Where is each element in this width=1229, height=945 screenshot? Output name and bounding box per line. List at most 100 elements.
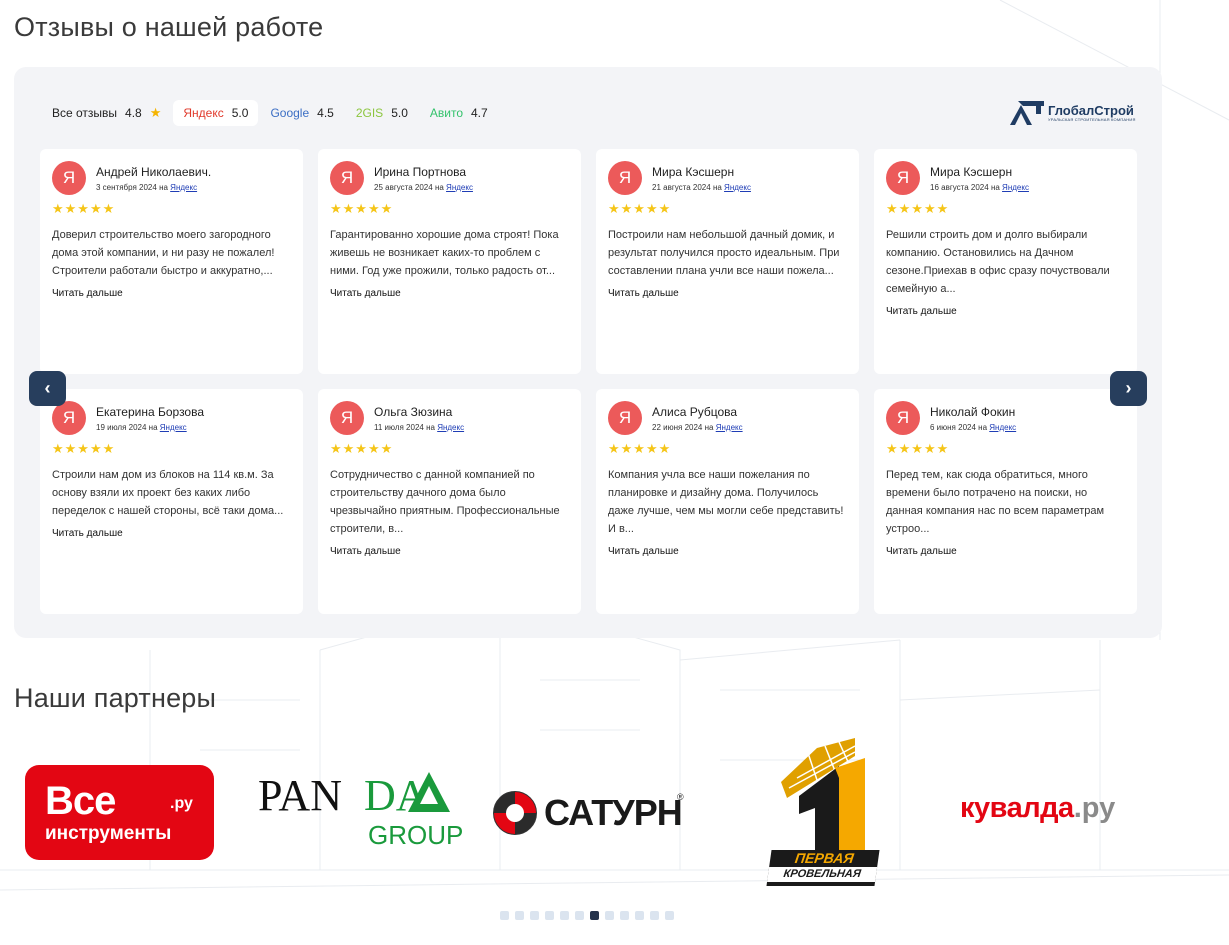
review-meta: 16 августа 2024 на Яндекс bbox=[930, 183, 1029, 192]
pagination-dot[interactable] bbox=[500, 911, 509, 920]
read-more-link[interactable]: Читать дальше bbox=[886, 546, 1125, 557]
reviews-title: Отзывы о нашей работе bbox=[14, 12, 324, 42]
review-meta: 25 августа 2024 на Яндекс bbox=[374, 183, 473, 192]
review-card: Я Андрей Николаевич. 3 сентября 2024 на Ян… bbox=[40, 149, 303, 374]
yandex-avatar-icon: Я bbox=[52, 401, 86, 435]
review-meta: 3 сентября 2024 на Яндекс bbox=[96, 183, 211, 192]
review-stars: ★★★★★ bbox=[886, 201, 950, 216]
review-source-link[interactable]: Яндекс bbox=[170, 183, 197, 192]
review-source-link[interactable]: Яндекс bbox=[437, 423, 464, 432]
pagination-dot[interactable] bbox=[665, 911, 674, 920]
company-logo: ГлобалСтрой УРАЛЬСКАЯ СТРОИТЕЛЬНАЯ КОМПА… bbox=[1008, 99, 1138, 127]
pagination-dot[interactable] bbox=[545, 911, 554, 920]
rating-value: 5.0 bbox=[231, 106, 249, 120]
review-author: Екатерина Борзова bbox=[96, 404, 205, 419]
review-stars: ★★★★★ bbox=[608, 201, 672, 216]
review-stars: ★★★★★ bbox=[886, 441, 950, 456]
review-source-link[interactable]: Яндекс bbox=[716, 423, 743, 432]
review-date: 16 августа 2024 bbox=[930, 182, 989, 192]
partners-carousel: Все .ру инструменты PAN DA GROUP САТУРН … bbox=[0, 730, 1229, 900]
review-text: Компания учла все наши пожелания по план… bbox=[608, 469, 844, 535]
review-on: на bbox=[426, 422, 435, 432]
review-on: на bbox=[704, 422, 714, 432]
partner-kuvalda-word: кувалда bbox=[960, 792, 1074, 824]
pagination-dot[interactable] bbox=[635, 911, 644, 920]
pagination-dot[interactable] bbox=[575, 911, 584, 920]
review-header: Я Ольга Зюзина 11 июля 2024 на Яндекс bbox=[330, 401, 569, 435]
review-date: 11 июля 2024 bbox=[374, 422, 424, 432]
review-header: Я Ирина Портнова 25 августа 2024 на Яндекс bbox=[330, 161, 569, 195]
review-text: Доверил строительство моего загородного … bbox=[52, 229, 275, 277]
partner-pervaya-line2: КРОВЕЛЬНАЯ bbox=[767, 867, 878, 882]
read-more-link[interactable]: Читать дальше bbox=[608, 288, 847, 299]
review-source-link[interactable]: Яндекс bbox=[724, 183, 751, 192]
review-meta: 19 июля 2024 на Яндекс bbox=[96, 423, 204, 432]
partner-logo-panda[interactable]: PAN DA GROUP bbox=[258, 770, 463, 855]
rating-tab[interactable]: Google 4.5 bbox=[260, 100, 343, 126]
review-on: на bbox=[159, 182, 168, 192]
rating-filter-bar: Все отзывы 4.8 ★ Яндекс 5.0 Google 4.5 2GIS 5.0 А… bbox=[42, 98, 500, 128]
partner-logo-kuvalda[interactable]: кувалда.ру bbox=[960, 792, 1155, 828]
pagination-dot[interactable] bbox=[605, 911, 614, 920]
review-card: Я Мира Кэсшерн 16 августа 2024 на Яндекс ★★… bbox=[874, 149, 1137, 374]
partner-logo-vseinstrumenty[interactable]: Все .ру инструменты bbox=[25, 765, 214, 860]
rating-tab[interactable]: Авито 4.7 bbox=[420, 100, 498, 126]
partner-panda-word1: PAN bbox=[258, 771, 342, 820]
partner-logo-saturn[interactable]: САТУРН ® bbox=[492, 790, 687, 838]
rating-tab[interactable]: 2GIS 5.0 bbox=[346, 100, 418, 126]
read-more-link[interactable]: Читать дальше bbox=[330, 546, 569, 557]
read-more-link[interactable]: Читать дальше bbox=[52, 528, 291, 539]
review-header: Я Мира Кэсшерн 21 августа 2024 на Яндекс bbox=[608, 161, 847, 195]
read-more-link[interactable]: Читать дальше bbox=[608, 546, 847, 557]
house-logo-icon bbox=[1010, 101, 1044, 125]
rating-value: 4.7 bbox=[471, 106, 488, 120]
rating-source-label: 2GIS bbox=[355, 106, 384, 120]
review-author: Мира Кэсшерн bbox=[930, 164, 1013, 179]
partner-saturn-word: САТУРН bbox=[544, 792, 683, 833]
review-on: на bbox=[434, 182, 444, 192]
company-name: ГлобалСтрой bbox=[1048, 103, 1134, 118]
read-more-link[interactable]: Читать дальше bbox=[52, 288, 291, 299]
review-source-link[interactable]: Яндекс bbox=[446, 183, 473, 192]
prev-arrow-button[interactable]: ‹ bbox=[29, 371, 66, 406]
review-header: Я Мира Кэсшерн 16 августа 2024 на Яндекс bbox=[886, 161, 1125, 195]
partner-kuvalda-suffix: .ру bbox=[1073, 792, 1116, 824]
rating-tab[interactable]: Все отзывы 4.8 ★ bbox=[42, 99, 171, 127]
review-source-link[interactable]: Яндекс bbox=[989, 423, 1016, 432]
review-card: Я Ирина Портнова 25 августа 2024 на Яндекс… bbox=[318, 149, 581, 374]
partner-logo-pervaya-krovelnaya[interactable]: ПЕРВАЯ КРОВЕЛЬНАЯ bbox=[765, 738, 880, 890]
pagination-dot[interactable] bbox=[515, 911, 524, 920]
review-text: Построили нам небольшой дачный домик, и … bbox=[608, 229, 840, 277]
pagination-dot[interactable] bbox=[620, 911, 629, 920]
partner-vseinstrumenty-line2: инструменты bbox=[45, 823, 172, 844]
review-date: 21 августа 2024 bbox=[652, 182, 711, 192]
review-text: Строили нам дом из блоков на 114 кв.м. З… bbox=[52, 469, 284, 517]
review-source-link[interactable]: Яндекс bbox=[160, 423, 187, 432]
review-date: 25 августа 2024 bbox=[374, 182, 433, 192]
review-stars: ★★★★★ bbox=[608, 441, 672, 456]
pagination-dot[interactable] bbox=[530, 911, 539, 920]
review-header: Я Николай Фокин 6 июня 2024 на Яндекс bbox=[886, 401, 1125, 435]
partner-saturn-mark: ® bbox=[677, 792, 684, 802]
rating-tab[interactable]: Яндекс 5.0 bbox=[173, 100, 259, 126]
company-tagline: УРАЛЬСКАЯ СТРОИТЕЛЬНАЯ КОМПАНИЯ bbox=[1048, 117, 1136, 122]
tree-icon bbox=[408, 772, 450, 812]
read-more-link[interactable]: Читать дальше bbox=[886, 306, 1125, 317]
reviews-grid: Я Андрей Николаевич. 3 сентября 2024 на Ян… bbox=[40, 149, 1137, 615]
pagination-dot[interactable] bbox=[560, 911, 569, 920]
next-arrow-button[interactable]: › bbox=[1110, 371, 1147, 406]
review-source-link[interactable]: Яндекс bbox=[1002, 183, 1029, 192]
saturn-emblem-icon bbox=[493, 791, 537, 835]
pagination-dot[interactable] bbox=[650, 911, 659, 920]
review-on: на bbox=[712, 182, 722, 192]
review-card: Я Ольга Зюзина 11 июля 2024 на Яндекс ★★★★★… bbox=[318, 389, 581, 614]
partner-pervaya-plate: ПЕРВАЯ КРОВЕЛЬНАЯ bbox=[766, 850, 880, 886]
review-stars: ★★★★★ bbox=[330, 441, 394, 456]
read-more-link[interactable]: Читать дальше bbox=[330, 288, 569, 299]
review-author: Андрей Николаевич. bbox=[96, 164, 212, 179]
pagination-dot[interactable] bbox=[590, 911, 599, 920]
roof-numeral-icon bbox=[781, 738, 865, 856]
yandex-avatar-icon: Я bbox=[330, 401, 364, 435]
review-author: Алиса Рубцова bbox=[652, 404, 738, 419]
yandex-avatar-icon: Я bbox=[886, 161, 920, 195]
